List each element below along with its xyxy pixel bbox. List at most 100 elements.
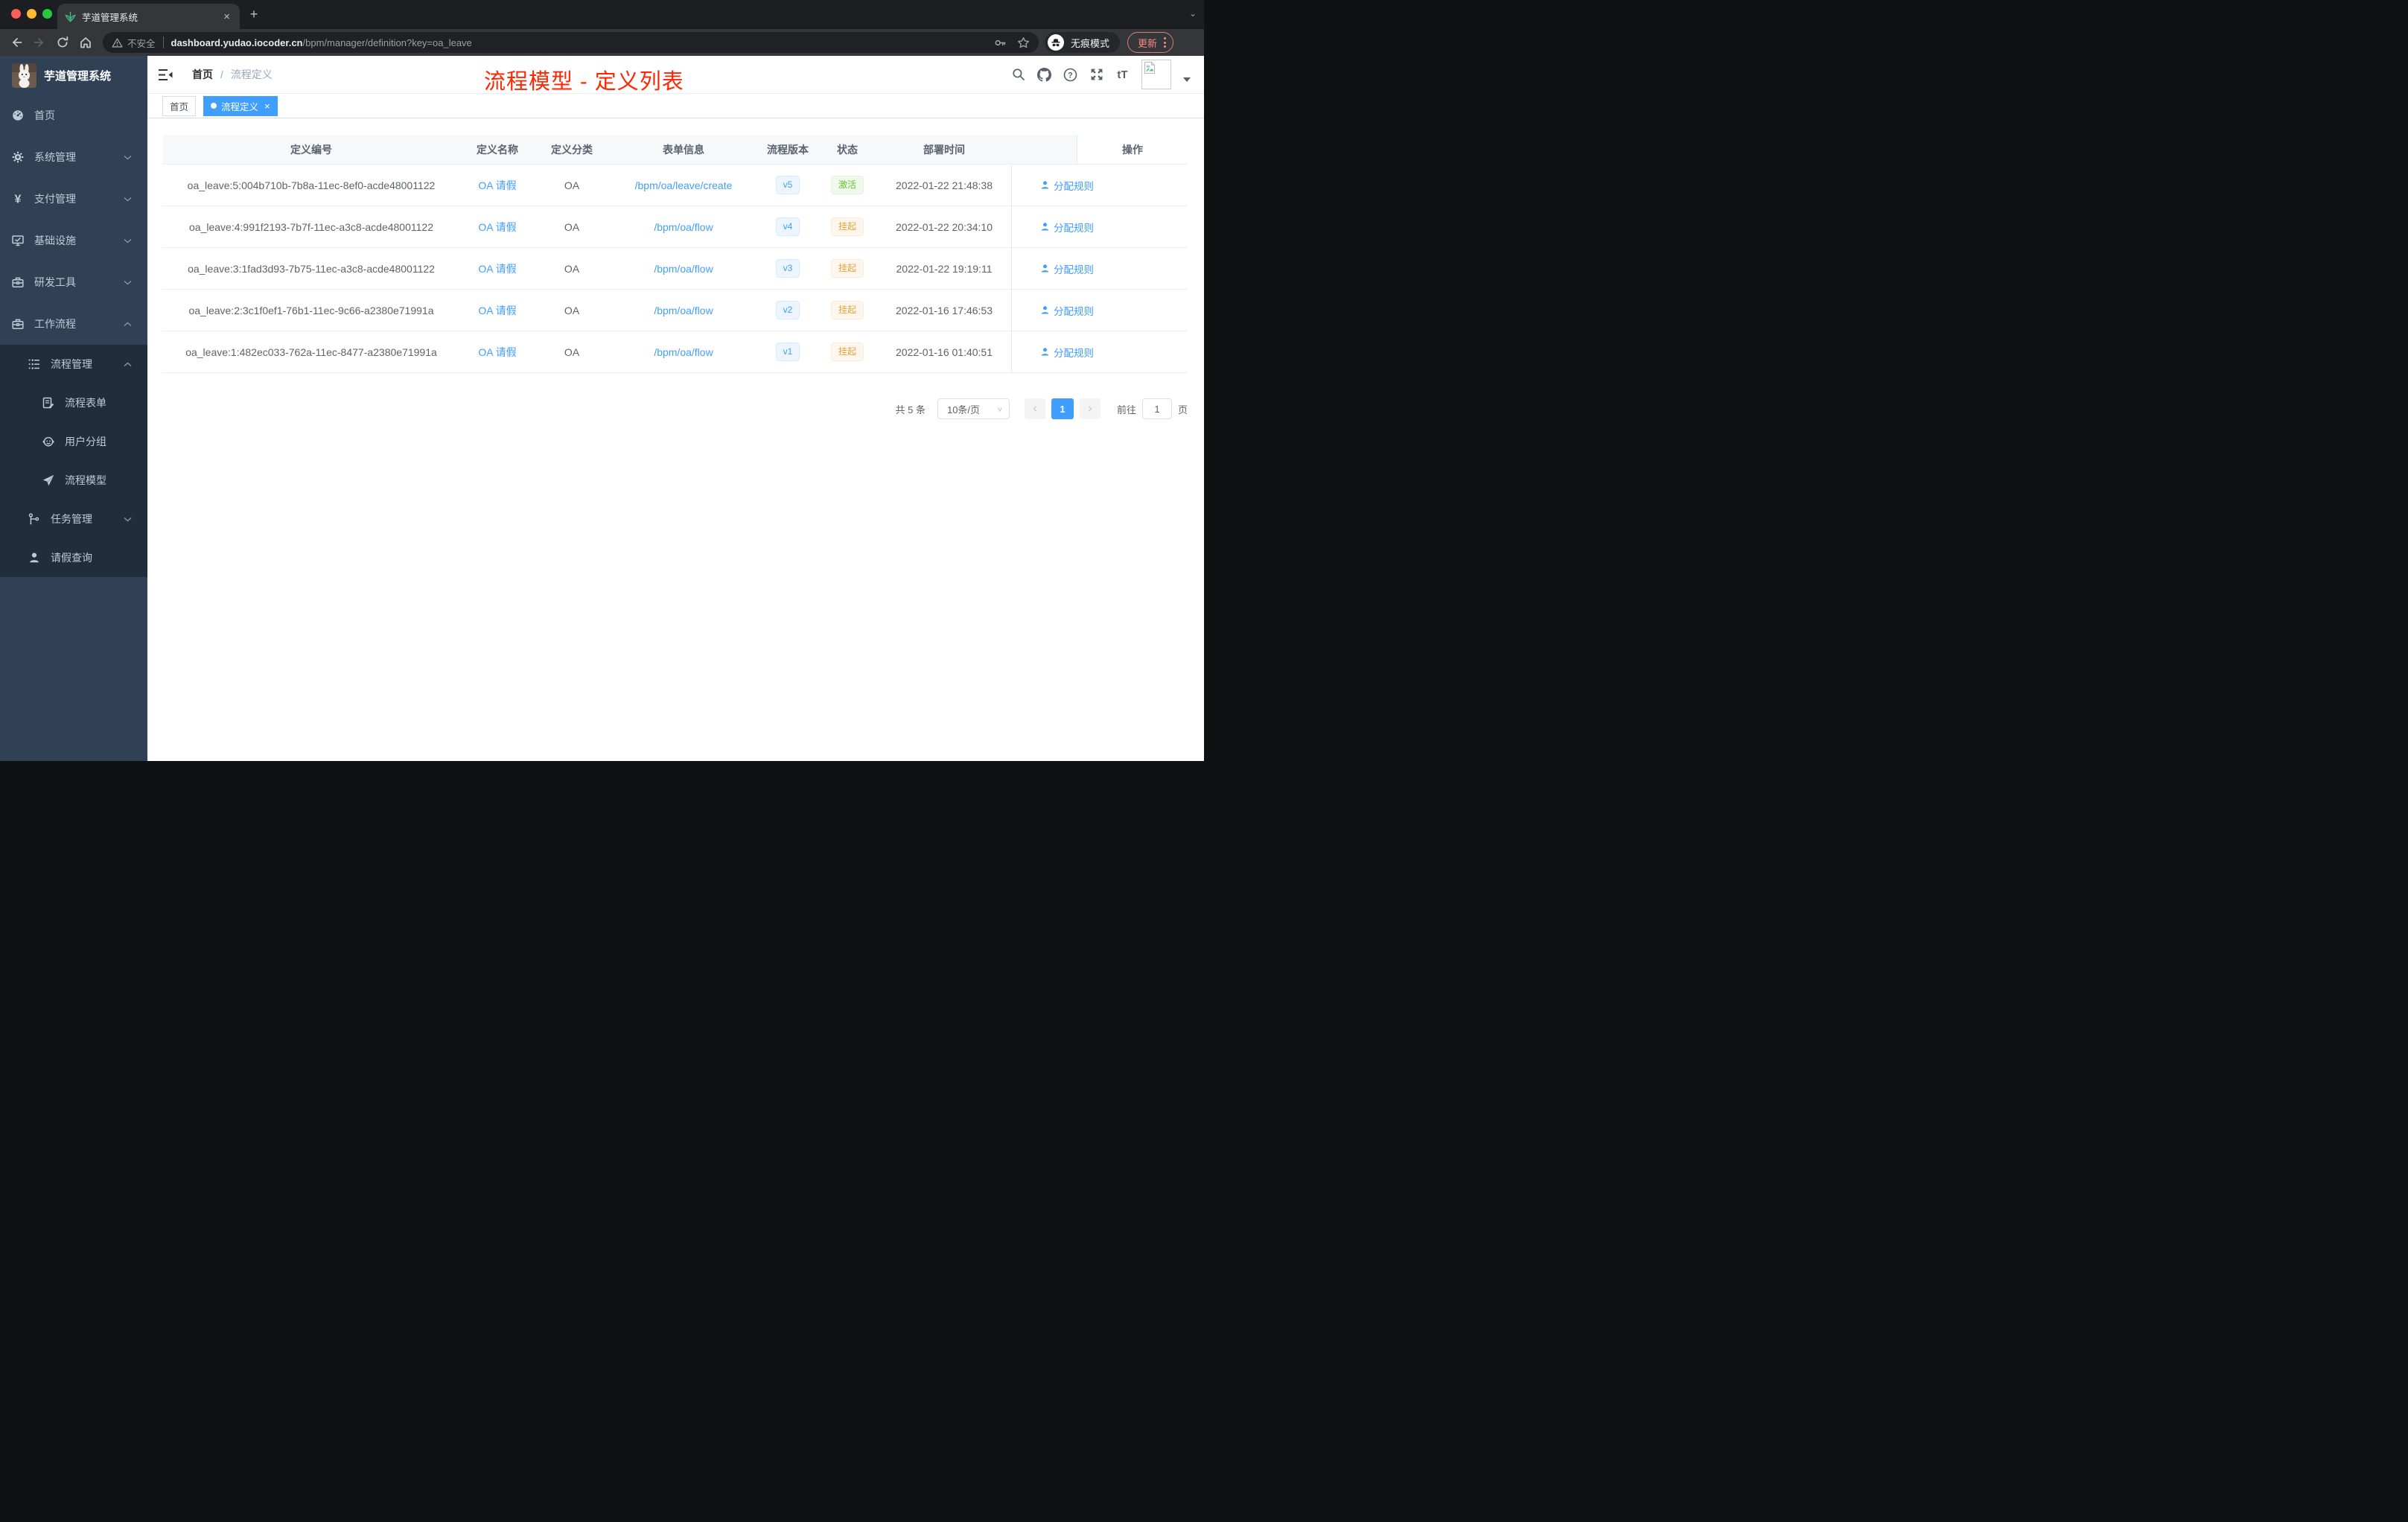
- form-link[interactable]: /bpm/oa/flow: [654, 346, 713, 358]
- breadcrumb-home-link[interactable]: 首页: [192, 67, 213, 82]
- status-badge: 挂起: [830, 342, 864, 362]
- tag-close-icon[interactable]: ×: [264, 101, 270, 112]
- sidebar-item-user-group[interactable]: 用户分组: [0, 422, 147, 461]
- browser-update-button[interactable]: 更新: [1127, 32, 1174, 53]
- browser-toolbar: 不安全 dashboard.yudao.iocoder.cn/bpm/manag…: [0, 29, 1204, 56]
- sidebar-item-label: 系统管理: [34, 151, 76, 163]
- security-chip[interactable]: 不安全: [112, 36, 156, 50]
- col-header-name: 定义名称: [477, 143, 518, 156]
- definition-id: oa_leave:4:991f2193-7b7f-11ec-a3c8-acde4…: [189, 220, 433, 233]
- hamburger-icon[interactable]: [159, 69, 173, 81]
- sidebar-item-process-form[interactable]: 流程表单: [0, 383, 147, 422]
- avatar-caret-icon[interactable]: [1183, 77, 1191, 82]
- browser-tabstrip: 芋道管理系统 × + ⌄: [0, 0, 1204, 29]
- definition-category: OA: [564, 262, 580, 275]
- reload-icon[interactable]: [56, 36, 69, 49]
- bookmark-star-icon[interactable]: [1017, 36, 1030, 49]
- sidebar-item-home[interactable]: 首页: [0, 95, 147, 136]
- tab-search-chevron-icon[interactable]: ⌄: [1189, 8, 1197, 19]
- sidebar-item-task-manage[interactable]: 任务管理: [0, 500, 147, 538]
- sidebar-item-payment[interactable]: ¥ 支付管理: [0, 178, 147, 220]
- form-link[interactable]: /bpm/oa/flow: [654, 263, 713, 275]
- version-badge: v5: [775, 175, 800, 195]
- incognito-label: 无痕模式: [1071, 37, 1110, 49]
- sidebar-item-label: 流程模型: [65, 474, 106, 486]
- col-header-deploy-time: 部署时间: [923, 143, 965, 156]
- dashboard-icon: [12, 109, 24, 121]
- user-avatar[interactable]: [1141, 60, 1171, 89]
- back-icon[interactable]: [10, 36, 23, 49]
- definition-name-link[interactable]: OA 请假: [478, 220, 516, 235]
- definition-name-link[interactable]: OA 请假: [478, 303, 516, 318]
- window-minimize-button[interactable]: [27, 9, 36, 19]
- sidebar-item-system[interactable]: 系统管理: [0, 136, 147, 178]
- sidebar-item-workflow[interactable]: 工作流程: [0, 303, 147, 345]
- sidebar-item-leave-query[interactable]: 请假查询: [0, 538, 147, 577]
- assign-rule-link[interactable]: 分配规则: [1040, 303, 1094, 318]
- assign-rule-label: 分配规则: [1054, 347, 1094, 359]
- tab-close-icon[interactable]: ×: [221, 10, 232, 23]
- prev-page-button[interactable]: ‹: [1024, 398, 1045, 419]
- sidebar-item-infrastructure[interactable]: 基础设施: [0, 220, 147, 261]
- sidebar-item-process-manage[interactable]: 流程管理: [0, 345, 147, 383]
- col-header-form: 表单信息: [663, 143, 704, 156]
- screenshot-root: 芋道管理系统 × + ⌄ 不安全 dashboard.yudao.iocoder…: [0, 0, 1204, 761]
- form-link[interactable]: /bpm/oa/leave/create: [635, 179, 733, 191]
- person-icon: [1041, 181, 1049, 189]
- font-size-icon[interactable]: tT: [1115, 68, 1130, 82]
- definition-category: OA: [564, 346, 580, 358]
- window-zoom-button[interactable]: [42, 9, 52, 19]
- sidebar-item-process-model[interactable]: 流程模型: [0, 461, 147, 500]
- breadcrumb-separator: /: [220, 69, 223, 80]
- help-icon[interactable]: ?: [1063, 68, 1077, 82]
- search-icon[interactable]: [1011, 68, 1025, 82]
- form-icon: [42, 397, 54, 409]
- incognito-indicator: 无痕模式: [1045, 32, 1121, 53]
- page-unit-label: 页: [1177, 404, 1188, 415]
- definition-name-link[interactable]: OA 请假: [478, 345, 516, 360]
- assign-rule-link[interactable]: 分配规则: [1040, 345, 1094, 360]
- chevron-down-icon: [124, 197, 132, 202]
- sidebar-logo[interactable]: 芋道管理系统: [0, 56, 147, 95]
- sidebar-item-devtools[interactable]: 研发工具: [0, 261, 147, 303]
- col-header-category: 定义分类: [551, 143, 593, 156]
- form-link[interactable]: /bpm/oa/flow: [654, 305, 713, 316]
- definition-name-link[interactable]: OA 请假: [478, 178, 516, 193]
- svg-text:?: ?: [1068, 71, 1073, 80]
- form-link[interactable]: /bpm/oa/flow: [654, 221, 713, 233]
- new-tab-button[interactable]: +: [246, 7, 262, 23]
- warning-triangle-icon: [112, 37, 123, 48]
- forward-icon[interactable]: [33, 36, 46, 49]
- robot-icon: [42, 436, 54, 448]
- definition-name-link[interactable]: OA 请假: [478, 261, 516, 276]
- assign-rule-link[interactable]: 分配规则: [1040, 261, 1094, 276]
- person-icon: [1041, 264, 1049, 273]
- next-page-button[interactable]: ›: [1079, 398, 1101, 419]
- browser-tab[interactable]: 芋道管理系统 ×: [57, 4, 240, 29]
- tag-process-definition[interactable]: 流程定义 ×: [203, 95, 278, 116]
- url-bar[interactable]: 不安全 dashboard.yudao.iocoder.cn/bpm/manag…: [103, 32, 1039, 53]
- goto-page-input[interactable]: [1141, 398, 1172, 419]
- sidebar-item-label: 请假查询: [51, 552, 92, 564]
- tree-icon: [28, 513, 40, 525]
- window-close-button[interactable]: [11, 9, 21, 19]
- col-header-filler: [1011, 135, 1077, 164]
- home-icon[interactable]: [79, 36, 92, 49]
- key-icon[interactable]: [994, 36, 1007, 49]
- github-icon[interactable]: [1037, 67, 1051, 82]
- tag-home[interactable]: 首页: [162, 95, 197, 116]
- assign-rule-link[interactable]: 分配规则: [1040, 220, 1094, 235]
- assign-rule-label: 分配规则: [1054, 305, 1094, 317]
- page-size-select[interactable]: 10条/页 ∨: [937, 398, 1010, 419]
- toolbox-icon: [12, 276, 24, 288]
- current-page-button[interactable]: 1: [1051, 398, 1074, 419]
- deploy-time: 2022-01-16 01:40:51: [896, 346, 993, 358]
- sidebar-item-label: 任务管理: [51, 513, 92, 525]
- incognito-icon: [1048, 34, 1064, 51]
- page-annotation: 流程模型 - 定义列表: [484, 70, 684, 94]
- briefcase-icon: [12, 318, 24, 330]
- assign-rule-link[interactable]: 分配规则: [1040, 178, 1094, 193]
- table-row: oa_leave:4:991f2193-7b7f-11ec-a3c8-acde4…: [162, 206, 1188, 248]
- browser-menu-icon[interactable]: [1164, 37, 1167, 48]
- fullscreen-icon[interactable]: [1089, 68, 1103, 82]
